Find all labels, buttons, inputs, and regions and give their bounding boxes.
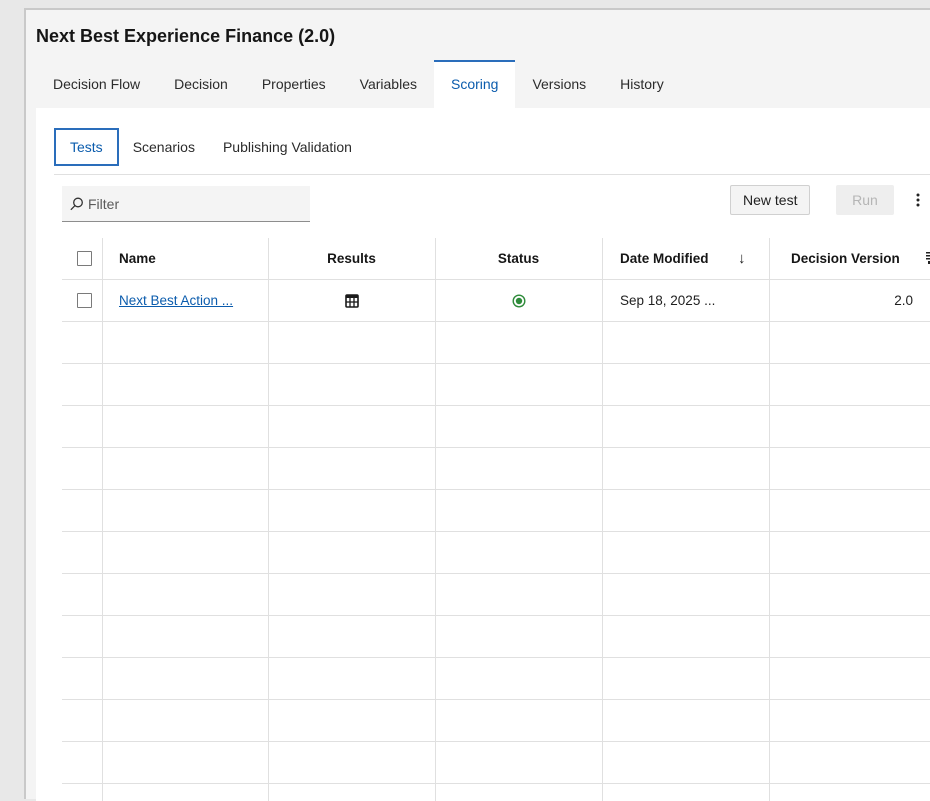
empty-row <box>62 322 930 364</box>
results-cell <box>268 280 435 321</box>
date-modified-cell: Sep 18, 2025 ... <box>620 293 716 308</box>
table-header-row: Name Results Status Date Modified ↓ Deci… <box>62 238 930 280</box>
empty-row <box>62 532 930 574</box>
empty-row <box>62 448 930 490</box>
empty-row <box>62 574 930 616</box>
subtab-publishing-validation[interactable]: Publishing Validation <box>209 128 366 166</box>
test-name-link[interactable]: Next Best Action ... <box>119 280 264 321</box>
column-header-date-modified[interactable]: Date Modified <box>620 238 730 279</box>
tab-decision-flow[interactable]: Decision Flow <box>36 60 157 108</box>
scoring-panel: Tests Scenarios Publishing Validation Ne… <box>36 108 930 801</box>
empty-row <box>62 742 930 784</box>
empty-row <box>62 364 930 406</box>
column-header-status[interactable]: Status <box>435 238 602 279</box>
run-button[interactable]: Run <box>836 185 894 215</box>
column-header-decision-version[interactable]: Decision Version <box>791 238 921 279</box>
sub-tab-bar: Tests Scenarios Publishing Validation <box>54 128 366 166</box>
filter-input[interactable] <box>88 195 298 212</box>
search-icon <box>70 197 83 210</box>
tab-history[interactable]: History <box>603 60 681 108</box>
empty-row <box>62 490 930 532</box>
status-complete-icon <box>511 294 526 308</box>
empty-row <box>62 700 930 742</box>
tab-scoring[interactable]: Scoring <box>433 60 516 108</box>
filter-box[interactable] <box>62 186 310 222</box>
table-row[interactable]: Next Best Action ... Sep 18, 2025 ... 2.… <box>62 280 930 322</box>
new-test-button[interactable]: New test <box>730 185 811 215</box>
app-frame: Next Best Experience Finance (2.0) Decis… <box>24 8 930 801</box>
tab-versions[interactable]: Versions <box>515 60 603 108</box>
column-settings-icon[interactable] <box>926 252 930 264</box>
divider <box>54 174 930 175</box>
empty-row <box>62 658 930 700</box>
subtab-scenarios[interactable]: Scenarios <box>119 128 209 166</box>
subtab-tests[interactable]: Tests <box>54 128 119 166</box>
select-all-checkbox[interactable] <box>77 251 92 266</box>
column-header-name[interactable]: Name <box>119 238 259 279</box>
tab-variables[interactable]: Variables <box>343 60 434 108</box>
tab-decision[interactable]: Decision <box>157 60 245 108</box>
empty-row <box>62 406 930 448</box>
more-options-icon[interactable] <box>908 188 928 212</box>
main-tab-bar: Decision Flow Decision Properties Variab… <box>36 60 930 108</box>
status-cell <box>435 280 602 321</box>
row-checkbox[interactable] <box>77 293 92 308</box>
column-header-results[interactable]: Results <box>268 238 435 279</box>
empty-row <box>62 616 930 658</box>
page-title: Next Best Experience Finance (2.0) <box>36 26 336 46</box>
tests-table: Name Results Status Date Modified ↓ Deci… <box>62 238 930 801</box>
tab-properties[interactable]: Properties <box>245 60 343 108</box>
results-table-icon[interactable] <box>344 294 359 309</box>
decision-version-cell: 2.0 <box>894 293 913 308</box>
sort-descending-icon[interactable]: ↓ <box>738 238 758 279</box>
